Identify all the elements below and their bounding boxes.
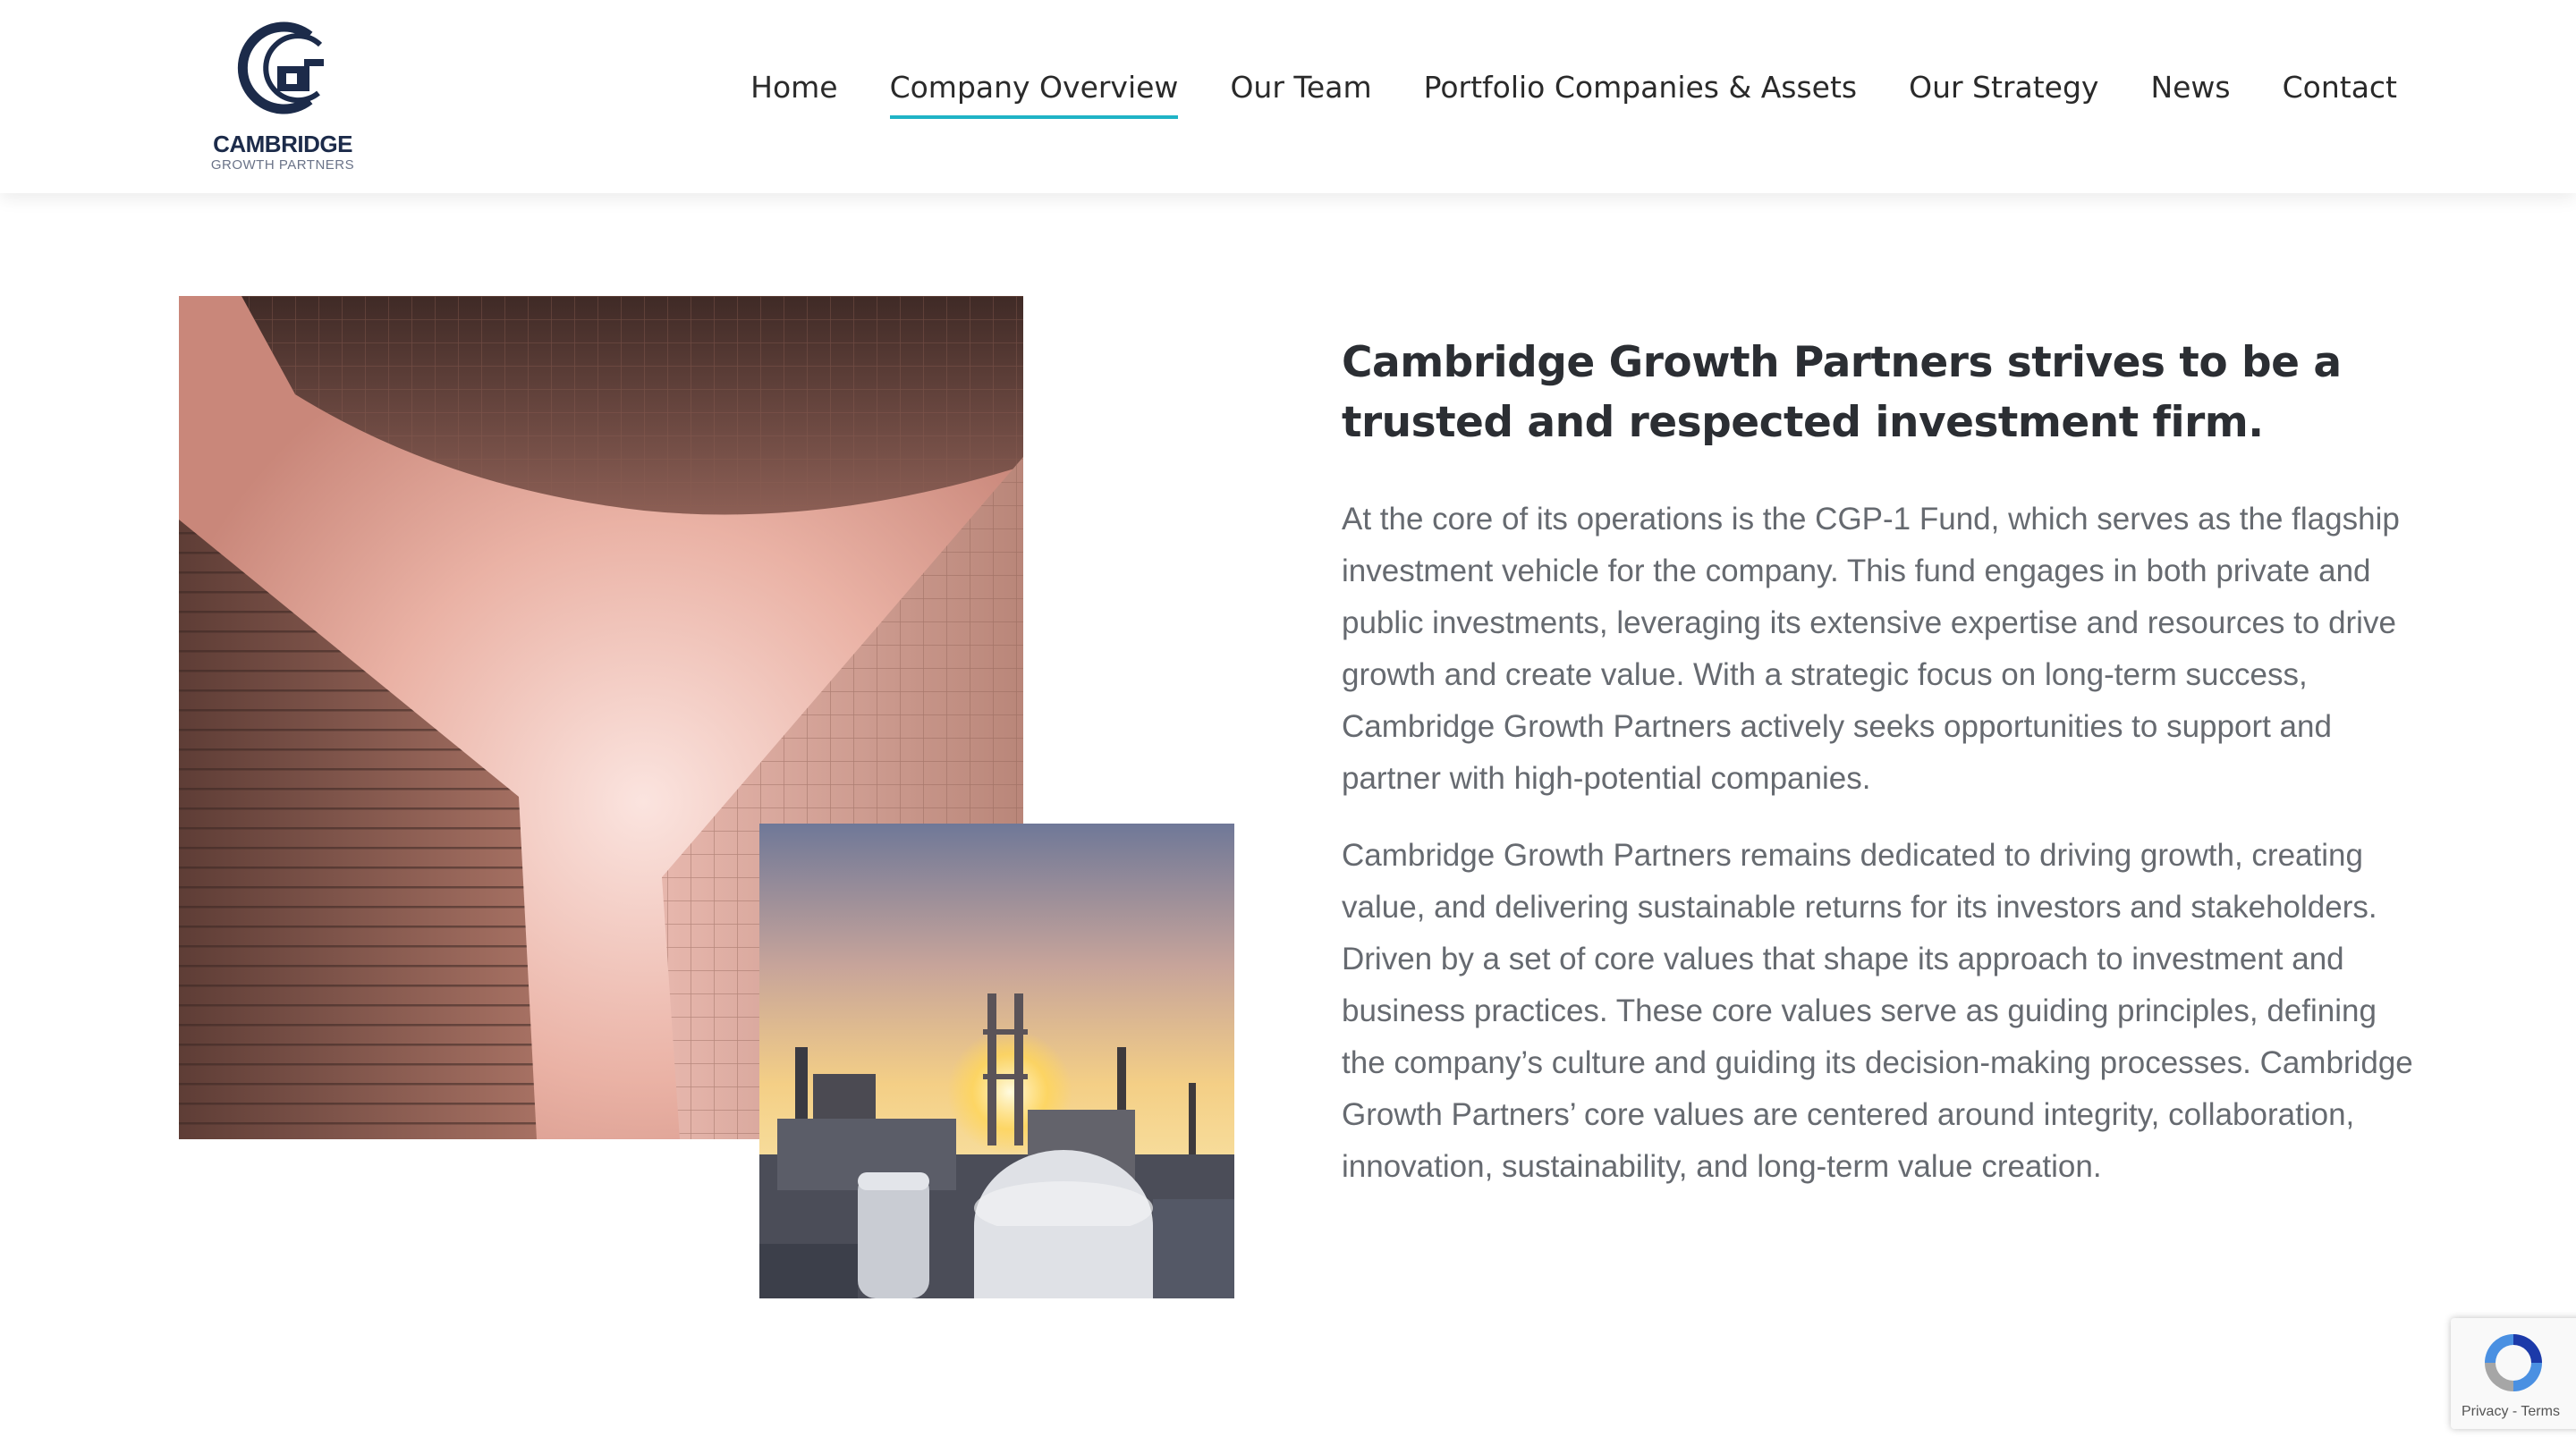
refinery-image <box>759 824 1234 1298</box>
nav-item-home[interactable]: Home <box>750 70 837 114</box>
overview-paragraph-1: At the core of its operations is the CGP… <box>1342 502 2400 796</box>
nav-item-company-overview[interactable]: Company Overview <box>889 70 1178 119</box>
main-nav: Home Company Overview Our Team Portfolio… <box>750 70 2397 119</box>
nav-item-portfolio[interactable]: Portfolio Companies & Assets <box>1424 70 1857 114</box>
recaptcha-links[interactable]: Privacy - Terms <box>2462 1404 2560 1420</box>
logo-name: CAMBRIDGE <box>213 131 352 157</box>
section-heading: Cambridge Growth Partners strives to be … <box>1342 338 2342 447</box>
refinery-illustration <box>759 824 1234 1298</box>
cambridge-logo-icon <box>237 21 324 114</box>
logo-tagline: GROWTH PARTNERS <box>210 157 355 173</box>
recaptcha-badge[interactable]: Privacy - Terms <box>2451 1318 2576 1429</box>
overview-paragraph-2: Cambridge Growth Partners remains dedica… <box>1342 838 2413 1184</box>
site-header: CAMBRIDGE GROWTH PARTNERS Home Company O… <box>0 0 2576 193</box>
recaptcha-icon <box>2485 1334 2542 1391</box>
nav-item-our-team[interactable]: Our Team <box>1230 70 1371 114</box>
nav-item-contact[interactable]: Contact <box>2283 70 2397 114</box>
company-overview-section: Cambridge Growth Partners strives to be … <box>1342 333 2415 1193</box>
nav-item-news[interactable]: News <box>2150 70 2230 114</box>
nav-item-our-strategy[interactable]: Our Strategy <box>1909 70 2098 114</box>
site-logo[interactable]: CAMBRIDGE GROWTH PARTNERS <box>208 14 358 175</box>
